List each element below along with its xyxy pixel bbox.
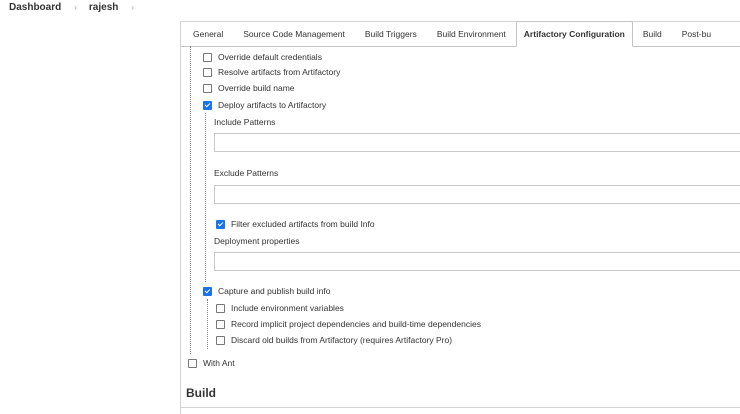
override-build-name-option[interactable]: Override build name bbox=[203, 81, 295, 95]
deployment-properties-label: Deployment properties bbox=[214, 236, 300, 246]
include-env-vars-checkbox[interactable] bbox=[216, 303, 225, 313]
exclude-patterns-label: Exclude Patterns bbox=[214, 168, 279, 178]
include-patterns-input[interactable] bbox=[214, 133, 740, 152]
deployment-properties-input[interactable] bbox=[214, 252, 740, 271]
tab-general[interactable]: General bbox=[180, 21, 233, 46]
build-section-title: Build bbox=[186, 386, 216, 400]
discard-old-builds-checkbox[interactable] bbox=[216, 335, 225, 345]
deploy-artifacts-label: Deploy artifacts to Artifactory bbox=[218, 100, 327, 110]
section-divider bbox=[180, 407, 740, 408]
exclude-patterns-input[interactable] bbox=[214, 185, 740, 204]
override-credentials-label: Override default credentials bbox=[218, 52, 322, 62]
breadcrumb-separator-icon: › bbox=[74, 2, 77, 12]
tab-post-build[interactable]: Post-bu bbox=[672, 21, 721, 46]
record-dependencies-checkbox[interactable] bbox=[216, 319, 225, 329]
capture-build-info-checkbox[interactable] bbox=[203, 286, 212, 296]
tab-artifactory-configuration[interactable]: Artifactory Configuration bbox=[515, 21, 633, 47]
capture-build-info-label: Capture and publish build info bbox=[218, 286, 331, 296]
include-env-vars-option[interactable]: Include environment variables bbox=[216, 301, 344, 315]
breadcrumb: Dashboard › rajesh › bbox=[9, 0, 146, 14]
nesting-guide bbox=[207, 299, 208, 349]
include-patterns-label: Include Patterns bbox=[214, 117, 276, 127]
resolve-artifacts-label: Resolve artifacts from Artifactory bbox=[218, 67, 341, 77]
with-ant-label: With Ant bbox=[203, 358, 235, 368]
nesting-guide bbox=[205, 113, 206, 282]
override-build-name-label: Override build name bbox=[218, 83, 295, 93]
with-ant-option[interactable]: With Ant bbox=[188, 356, 235, 370]
record-dependencies-label: Record implicit project dependencies and… bbox=[231, 319, 481, 329]
tab-build-environment[interactable]: Build Environment bbox=[427, 21, 516, 46]
resolve-artifacts-checkbox[interactable] bbox=[203, 67, 212, 77]
override-build-name-checkbox[interactable] bbox=[203, 83, 212, 93]
with-ant-checkbox[interactable] bbox=[188, 358, 197, 368]
tab-source-code-management[interactable]: Source Code Management bbox=[233, 21, 355, 46]
override-credentials-checkbox[interactable] bbox=[203, 52, 212, 62]
breadcrumb-dashboard[interactable]: Dashboard bbox=[9, 2, 61, 13]
tab-build[interactable]: Build bbox=[633, 21, 672, 46]
filter-excluded-label: Filter excluded artifacts from build Inf… bbox=[231, 219, 375, 229]
tab-build-triggers[interactable]: Build Triggers bbox=[355, 21, 427, 46]
discard-old-builds-option[interactable]: Discard old builds from Artifactory (req… bbox=[216, 333, 452, 347]
breadcrumb-job[interactable]: rajesh bbox=[89, 2, 118, 13]
filter-excluded-checkbox[interactable] bbox=[216, 219, 225, 229]
breadcrumb-dropdown-chevron-icon[interactable]: › bbox=[131, 3, 134, 12]
include-env-vars-label: Include environment variables bbox=[231, 303, 344, 313]
nesting-guide bbox=[190, 46, 191, 354]
config-tab-bar: General Source Code Management Build Tri… bbox=[180, 21, 740, 47]
deploy-artifacts-option[interactable]: Deploy artifacts to Artifactory bbox=[203, 98, 326, 112]
record-dependencies-option[interactable]: Record implicit project dependencies and… bbox=[216, 317, 481, 331]
override-credentials-option[interactable]: Override default credentials bbox=[203, 50, 322, 64]
deploy-artifacts-checkbox[interactable] bbox=[203, 100, 212, 110]
resolve-artifacts-option[interactable]: Resolve artifacts from Artifactory bbox=[203, 65, 340, 79]
capture-build-info-option[interactable]: Capture and publish build info bbox=[203, 284, 330, 298]
discard-old-builds-label: Discard old builds from Artifactory (req… bbox=[231, 335, 453, 345]
filter-excluded-option[interactable]: Filter excluded artifacts from build Inf… bbox=[216, 217, 375, 231]
